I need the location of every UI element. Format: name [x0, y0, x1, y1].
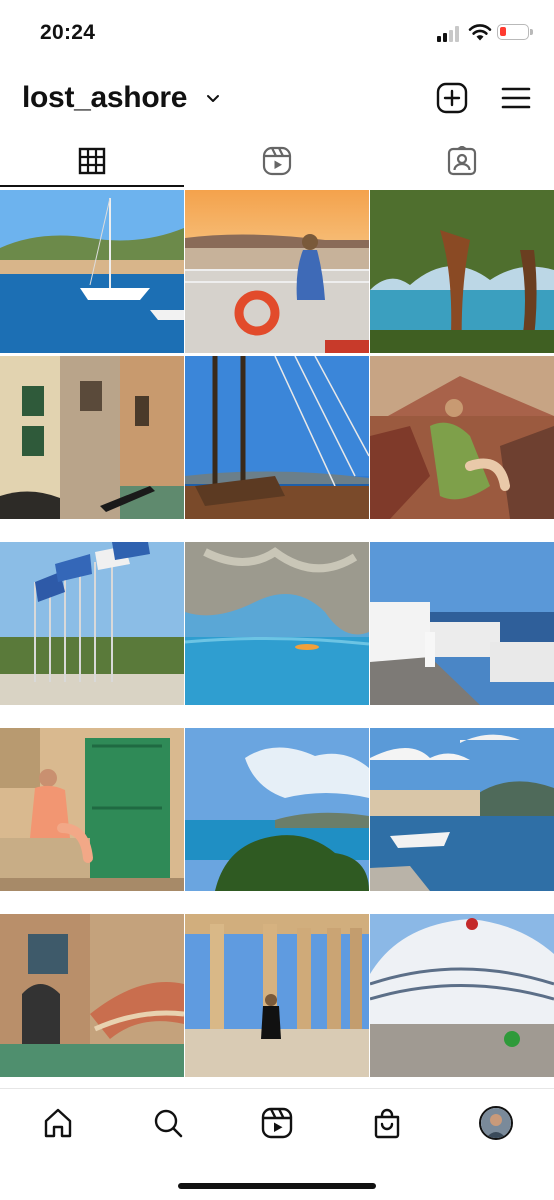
tab-selected-indicator	[0, 185, 184, 187]
profile-tabs	[0, 135, 554, 187]
grid-icon	[78, 147, 106, 175]
grid-post-coastal-cliff-view[interactable]	[185, 728, 369, 891]
post-grid	[0, 190, 554, 1088]
reels-icon	[261, 1107, 293, 1139]
grid-post-cruise-ship-port[interactable]	[370, 914, 554, 1077]
grid-post-book-stairs-cafe[interactable]	[370, 356, 554, 519]
grid-post-pine-trees-coast[interactable]	[370, 190, 554, 353]
grid-post-sea-cave-lagoon[interactable]	[185, 542, 369, 705]
grid-post-ship-rigging[interactable]	[185, 356, 369, 519]
tagged-icon	[447, 146, 477, 176]
nav-home[interactable]	[38, 1103, 78, 1143]
plus-square-icon[interactable]	[436, 82, 468, 114]
battery-icon	[497, 24, 533, 40]
tab-grid[interactable]	[0, 135, 184, 187]
grid-post-santorini-street[interactable]	[370, 542, 554, 705]
shop-icon	[374, 1108, 400, 1139]
grid-post-acropolis-columns[interactable]	[185, 914, 369, 1077]
status-bar: 20:24	[0, 0, 554, 66]
status-time: 20:24	[40, 21, 96, 44]
profile-username[interactable]: lost_ashore	[22, 81, 187, 115]
nav-reels[interactable]	[257, 1103, 297, 1143]
grid-post-greek-flags[interactable]	[0, 542, 184, 705]
profile-header: lost_ashore	[0, 66, 554, 132]
search-icon	[154, 1109, 183, 1138]
hamburger-menu-icon[interactable]	[500, 82, 532, 114]
nav-shop[interactable]	[367, 1103, 407, 1143]
bottom-navigation	[0, 1088, 554, 1159]
grid-post-green-door-venice[interactable]	[0, 728, 184, 891]
home-icon	[44, 1108, 72, 1138]
tab-reels[interactable]	[185, 135, 369, 187]
grid-post-venice-bridge[interactable]	[0, 914, 184, 1077]
nav-profile[interactable]	[476, 1103, 516, 1143]
home-indicator	[178, 1183, 376, 1189]
tab-tagged[interactable]	[370, 135, 554, 187]
grid-post-sunset-ship-deck[interactable]	[185, 190, 369, 353]
reels-icon	[262, 146, 292, 176]
wifi-icon	[468, 24, 492, 41]
nav-search[interactable]	[148, 1103, 188, 1143]
chevron-down-icon[interactable]	[206, 94, 220, 104]
grid-post-harbor-boats-town[interactable]	[370, 728, 554, 891]
profile-avatar	[479, 1106, 513, 1140]
grid-post-venice-canal[interactable]	[0, 356, 184, 519]
grid-post-harbor-sailboats[interactable]	[0, 190, 184, 353]
cellular-signal-icon	[437, 25, 463, 42]
